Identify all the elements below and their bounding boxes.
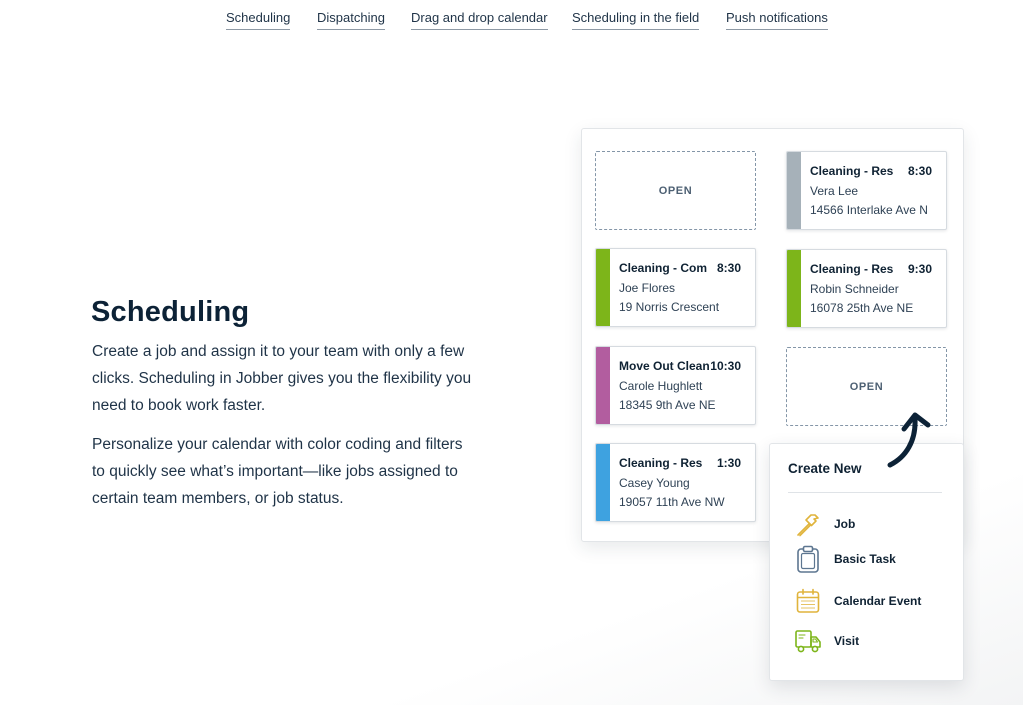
open-slot-label: OPEN [849,380,884,393]
job-address: 19 Norris Crescent [619,300,720,314]
page: Scheduling Dispatching Drag and drop cal… [0,0,1023,705]
job-card[interactable]: Cleaning - Res 8:30 Vera Lee 14566 Inter… [786,151,947,230]
job-title: Cleaning - Res [810,262,894,276]
job-address: 19057 11th Ave NW [619,495,725,509]
create-new-menu: Create New Job Basic Task Calendar Event… [769,443,964,681]
nav-link-scheduling-in-the-field[interactable]: Scheduling in the field [572,9,700,30]
job-title: Cleaning - Res [810,164,894,178]
job-title: Cleaning - Com [619,261,708,275]
job-title: Move Out Clean [619,359,710,373]
job-color-bar [596,444,610,521]
job-address: 18345 9th Ave NE [619,398,716,412]
job-card[interactable]: Move Out Clean 10:30 Carole Hughlett 183… [595,346,756,425]
job-client-name: Robin Schneider [810,282,899,296]
job-time: 8:30 [907,164,932,178]
job-color-bar [787,250,801,327]
job-client-name: Casey Young [619,476,690,490]
section-nav: Scheduling Dispatching Drag and drop cal… [0,9,1023,31]
clipboard-icon [797,545,819,573]
create-item-label: Job [834,517,856,531]
nav-link-scheduling[interactable]: Scheduling [226,9,291,30]
job-client-name: Joe Flores [619,281,676,295]
section-heading: Scheduling [91,296,250,328]
create-item-label: Visit [834,634,860,648]
hammer-icon [797,514,819,537]
nav-link-dispatching[interactable]: Dispatching [317,9,385,30]
calendar-icon [796,588,820,613]
job-time: 8:30 [716,261,741,275]
create-item-label: Basic Task [834,552,896,566]
job-client-name: Carole Hughlett [619,379,703,393]
description-paragraph-2: Personalize your calendar with color cod… [92,436,463,507]
curved-arrow-icon [887,412,931,468]
nav-link-drag-and-drop-calendar[interactable]: Drag and drop calendar [411,9,548,30]
open-slot-label: OPEN [658,184,693,197]
create-new-title: Create New [788,461,862,476]
job-card[interactable]: Cleaning - Com 8:30 Joe Flores 19 Norris… [595,248,756,327]
job-address: 14566 Interlake Ave N [810,203,928,217]
job-title: Cleaning - Res [619,456,703,470]
job-client-name: Vera Lee [810,184,859,198]
job-address: 16078 25th Ave NE [810,301,914,315]
create-basic-task-item[interactable]: Basic Task [794,545,954,575]
nav-link-push-notifications[interactable]: Push notifications [726,9,828,30]
create-visit-item[interactable]: Visit [794,627,954,657]
job-card[interactable]: Cleaning - Res 1:30 Casey Young 19057 11… [595,443,756,522]
job-time: 9:30 [907,262,932,276]
truck-icon [795,630,821,653]
job-time: 10:30 [710,359,741,373]
description-paragraph-1: Create a job and assign it to your team … [92,343,472,414]
menu-divider [788,492,942,493]
job-color-bar [596,249,610,326]
job-time: 1:30 [716,456,741,470]
create-item-label: Calendar Event [834,594,922,608]
job-card[interactable]: Cleaning - Res 9:30 Robin Schneider 1607… [786,249,947,328]
create-job-item[interactable]: Job [794,510,954,540]
create-calendar-event-item[interactable]: Calendar Event [794,587,954,617]
job-color-bar [596,347,610,424]
job-color-bar [787,152,801,229]
open-slot[interactable]: OPEN [595,151,756,230]
